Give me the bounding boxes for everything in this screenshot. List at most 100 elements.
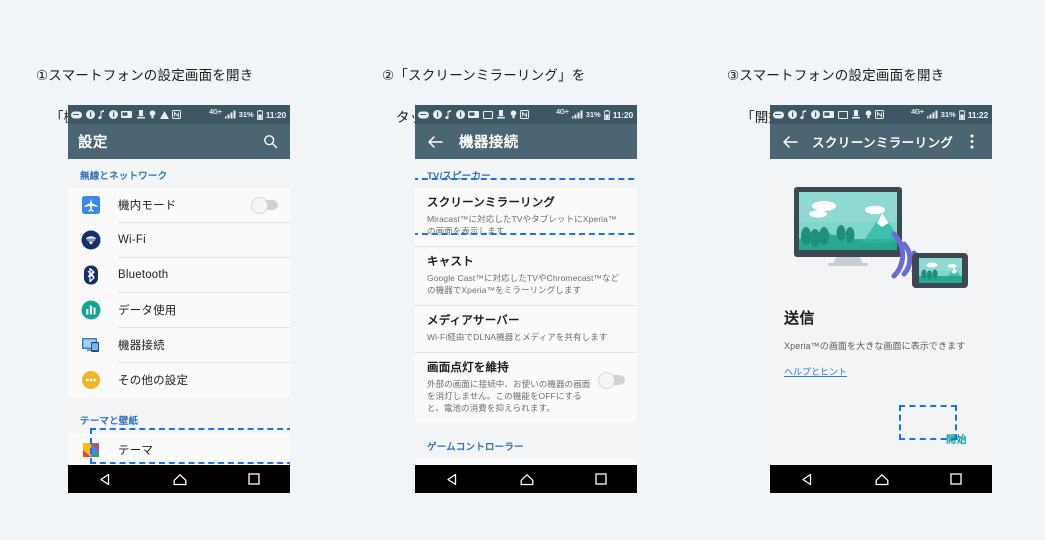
- phone-2-nav-bar[interactable]: [415, 465, 637, 493]
- info-icon: [85, 110, 95, 119]
- wifi-icon: [80, 229, 102, 251]
- recents-square-icon[interactable]: [949, 473, 962, 485]
- network-type-label: 4G+: [556, 109, 569, 116]
- step-2-column: ②「スクリーンミラーリング」を タップします。 4G+: [380, 0, 710, 540]
- transfer-icon: [852, 110, 860, 119]
- settings-row-theme[interactable]: テーマ: [68, 433, 290, 465]
- screenshot-icon: [121, 111, 132, 118]
- phone-1-app-bar: 設定: [68, 124, 290, 159]
- phone-3-nav-bar[interactable]: [770, 465, 992, 493]
- music-note-icon: [445, 110, 451, 119]
- list-item-description: 外部の画面に接続中、お使いの機器の画面を消灯しません。この機能をOFFにすると、…: [427, 379, 591, 413]
- theme-icon: [80, 439, 102, 461]
- list-item-media-server[interactable]: メディアサーバー Wi-Fi経由でDLNA機器とメディアを共有します: [415, 306, 637, 352]
- list-item-cast[interactable]: キャスト Google Cast™に対応したTVやChromecast™などの機…: [415, 247, 637, 305]
- start-button[interactable]: 開始: [937, 426, 976, 451]
- list-item-description: Google Cast™に対応したTVやChromecast™などの機器でXpe…: [427, 273, 620, 295]
- settings-row-data-usage[interactable]: データ使用: [68, 293, 290, 327]
- phone-3-title: スクリーンミラーリング: [812, 136, 954, 150]
- phone-2-device-connection-screen: 4G+ 31% 11:20 機器接続 TV/スピーカー スクリーンミラーリング: [415, 105, 637, 493]
- more-vertical-icon[interactable]: [962, 132, 982, 152]
- home-icon[interactable]: [875, 473, 889, 486]
- back-triangle-icon[interactable]: [801, 473, 814, 486]
- lightbulb-icon: [149, 110, 156, 119]
- settings-row-more-settings[interactable]: その他の設定: [68, 363, 290, 397]
- settings-row-label: Bluetooth: [118, 269, 169, 281]
- home-icon[interactable]: [520, 473, 534, 486]
- phone-1-settings-screen: 4G+ 31% 11:20 設定 無線とネットワーク 機内モード Wi-Fi B…: [68, 105, 290, 493]
- search-icon[interactable]: [260, 132, 280, 152]
- tv-casting-to-phone-illustration: [770, 159, 992, 303]
- phone-2-app-bar: 機器接続: [415, 124, 637, 159]
- network-type-label: 4G+: [911, 109, 924, 116]
- list-item-keep-screen-on[interactable]: 画面点灯を維持 外部の画面に接続中、お使いの機器の画面を消灯しません。この機能を…: [415, 353, 637, 423]
- nfc-icon: [172, 110, 181, 119]
- section-header-tv-speaker: TV/スピーカー: [415, 159, 637, 188]
- back-triangle-icon[interactable]: [99, 473, 112, 486]
- lightbulb-icon: [865, 110, 871, 119]
- battery-percent-label: 31%: [940, 110, 956, 119]
- phone-2-title: 機器接続: [459, 135, 519, 151]
- airplane-mode-toggle[interactable]: [251, 197, 278, 214]
- settings-row-label: 機内モード: [118, 200, 177, 212]
- settings-row-label: 機器接続: [118, 340, 165, 352]
- step-2-caption-line1: ②「スクリーンミラーリング」を: [382, 68, 586, 83]
- display-icon: [837, 110, 848, 119]
- screenshot-icon: [823, 111, 834, 118]
- settings-card-wireless: 機内モード Wi-Fi Bluetooth データ使用 機器接続 その他の設定: [68, 188, 290, 397]
- nfc-icon: [875, 110, 884, 119]
- step-1-column: ①スマートフォンの設定画面を開き 「機器接続」をタップします。: [30, 0, 360, 540]
- recents-square-icon[interactable]: [594, 473, 607, 485]
- status-notification-icons: [71, 110, 207, 119]
- lightbulb-icon: [510, 110, 516, 119]
- recents-square-icon[interactable]: [247, 473, 260, 485]
- battery-icon: [958, 109, 965, 120]
- transfer-icon: [497, 110, 505, 119]
- phone-1-nav-bar[interactable]: [68, 465, 290, 493]
- airplane-icon: [80, 194, 102, 216]
- screen-mirroring-body: 送信 Xperia™の画面を大きな画面に表示できます ヘルプとヒント 開始: [770, 159, 992, 465]
- sms-icon: [773, 111, 784, 118]
- section-header-wireless: 無線とネットワーク: [68, 159, 290, 188]
- music-note-icon: [98, 110, 104, 119]
- battery-percent-label: 31%: [238, 110, 254, 119]
- sms-icon: [418, 111, 429, 118]
- settings-row-airplane-mode[interactable]: 機内モード: [68, 188, 290, 222]
- screenshot-icon: [468, 111, 479, 118]
- back-arrow-icon[interactable]: [780, 132, 800, 152]
- help-and-tips-link[interactable]: ヘルプとヒント: [784, 365, 847, 378]
- phone-3-app-bar: スクリーンミラーリング: [770, 124, 992, 159]
- signal-bars-icon: [926, 110, 938, 119]
- clock-label: 11:20: [612, 109, 633, 120]
- screen-mirroring-description: Xperia™の画面を大きな画面に表示できます: [784, 341, 966, 351]
- battery-icon: [603, 109, 610, 120]
- phone-3-screen-mirroring-screen: 4G+ 31% 11:22 スクリーンミラーリング 送信 Xperia™の画面を…: [770, 105, 992, 493]
- status-system-icons: 4G+ 31% 11:22: [911, 109, 988, 120]
- list-item-title: メディアサーバー: [427, 315, 520, 327]
- back-arrow-icon[interactable]: [425, 132, 445, 152]
- list-item-title: 画面点灯を維持: [427, 362, 509, 374]
- back-triangle-icon[interactable]: [446, 473, 459, 486]
- screen-mirroring-text: 送信 Xperia™の画面を大きな画面に表示できます ヘルプとヒント: [770, 303, 992, 380]
- phone-3-status-bar: 4G+ 31% 11:22: [770, 105, 992, 124]
- network-type-label: 4G+: [209, 109, 222, 116]
- signal-bars-icon: [224, 110, 236, 119]
- screen-mirroring-heading: 送信: [784, 310, 816, 327]
- phone-1-settings-list[interactable]: 無線とネットワーク 機内モード Wi-Fi Bluetooth データ使用 機器…: [68, 159, 290, 465]
- list-item-text: 画面点灯を維持 外部の画面に接続中、お使いの機器の画面を消灯しません。この機能を…: [427, 361, 599, 414]
- settings-row-bluetooth[interactable]: Bluetooth: [68, 258, 290, 292]
- settings-card-theme: テーマ: [68, 433, 290, 465]
- list-item-title: スクリーンミラーリング: [427, 197, 556, 209]
- section-header-game-controller: ゲームコントローラー: [415, 430, 637, 459]
- list-item-screen-mirroring[interactable]: スクリーンミラーリング Miracast™に対応したTVやタブレットにXperi…: [415, 188, 637, 246]
- settings-row-label: データ使用: [118, 305, 177, 317]
- settings-row-wifi[interactable]: Wi-Fi: [68, 223, 290, 257]
- settings-row-label: その他の設定: [118, 375, 189, 387]
- list-item-description: Miracast™に対応したTVやタブレットにXperia™の画面を表示します: [427, 214, 617, 236]
- home-icon[interactable]: [173, 473, 187, 486]
- settings-row-device-connection[interactable]: 機器接続: [68, 328, 290, 362]
- phone-2-device-list[interactable]: TV/スピーカー スクリーンミラーリング Miracast™に対応したTVやタブ…: [415, 159, 637, 465]
- info-icon: [432, 110, 442, 119]
- keep-screen-on-toggle[interactable]: [598, 372, 625, 389]
- step-3-column: ③スマートフォンの設定画面を開き 「開始」をタップします。 4G+: [725, 0, 1045, 540]
